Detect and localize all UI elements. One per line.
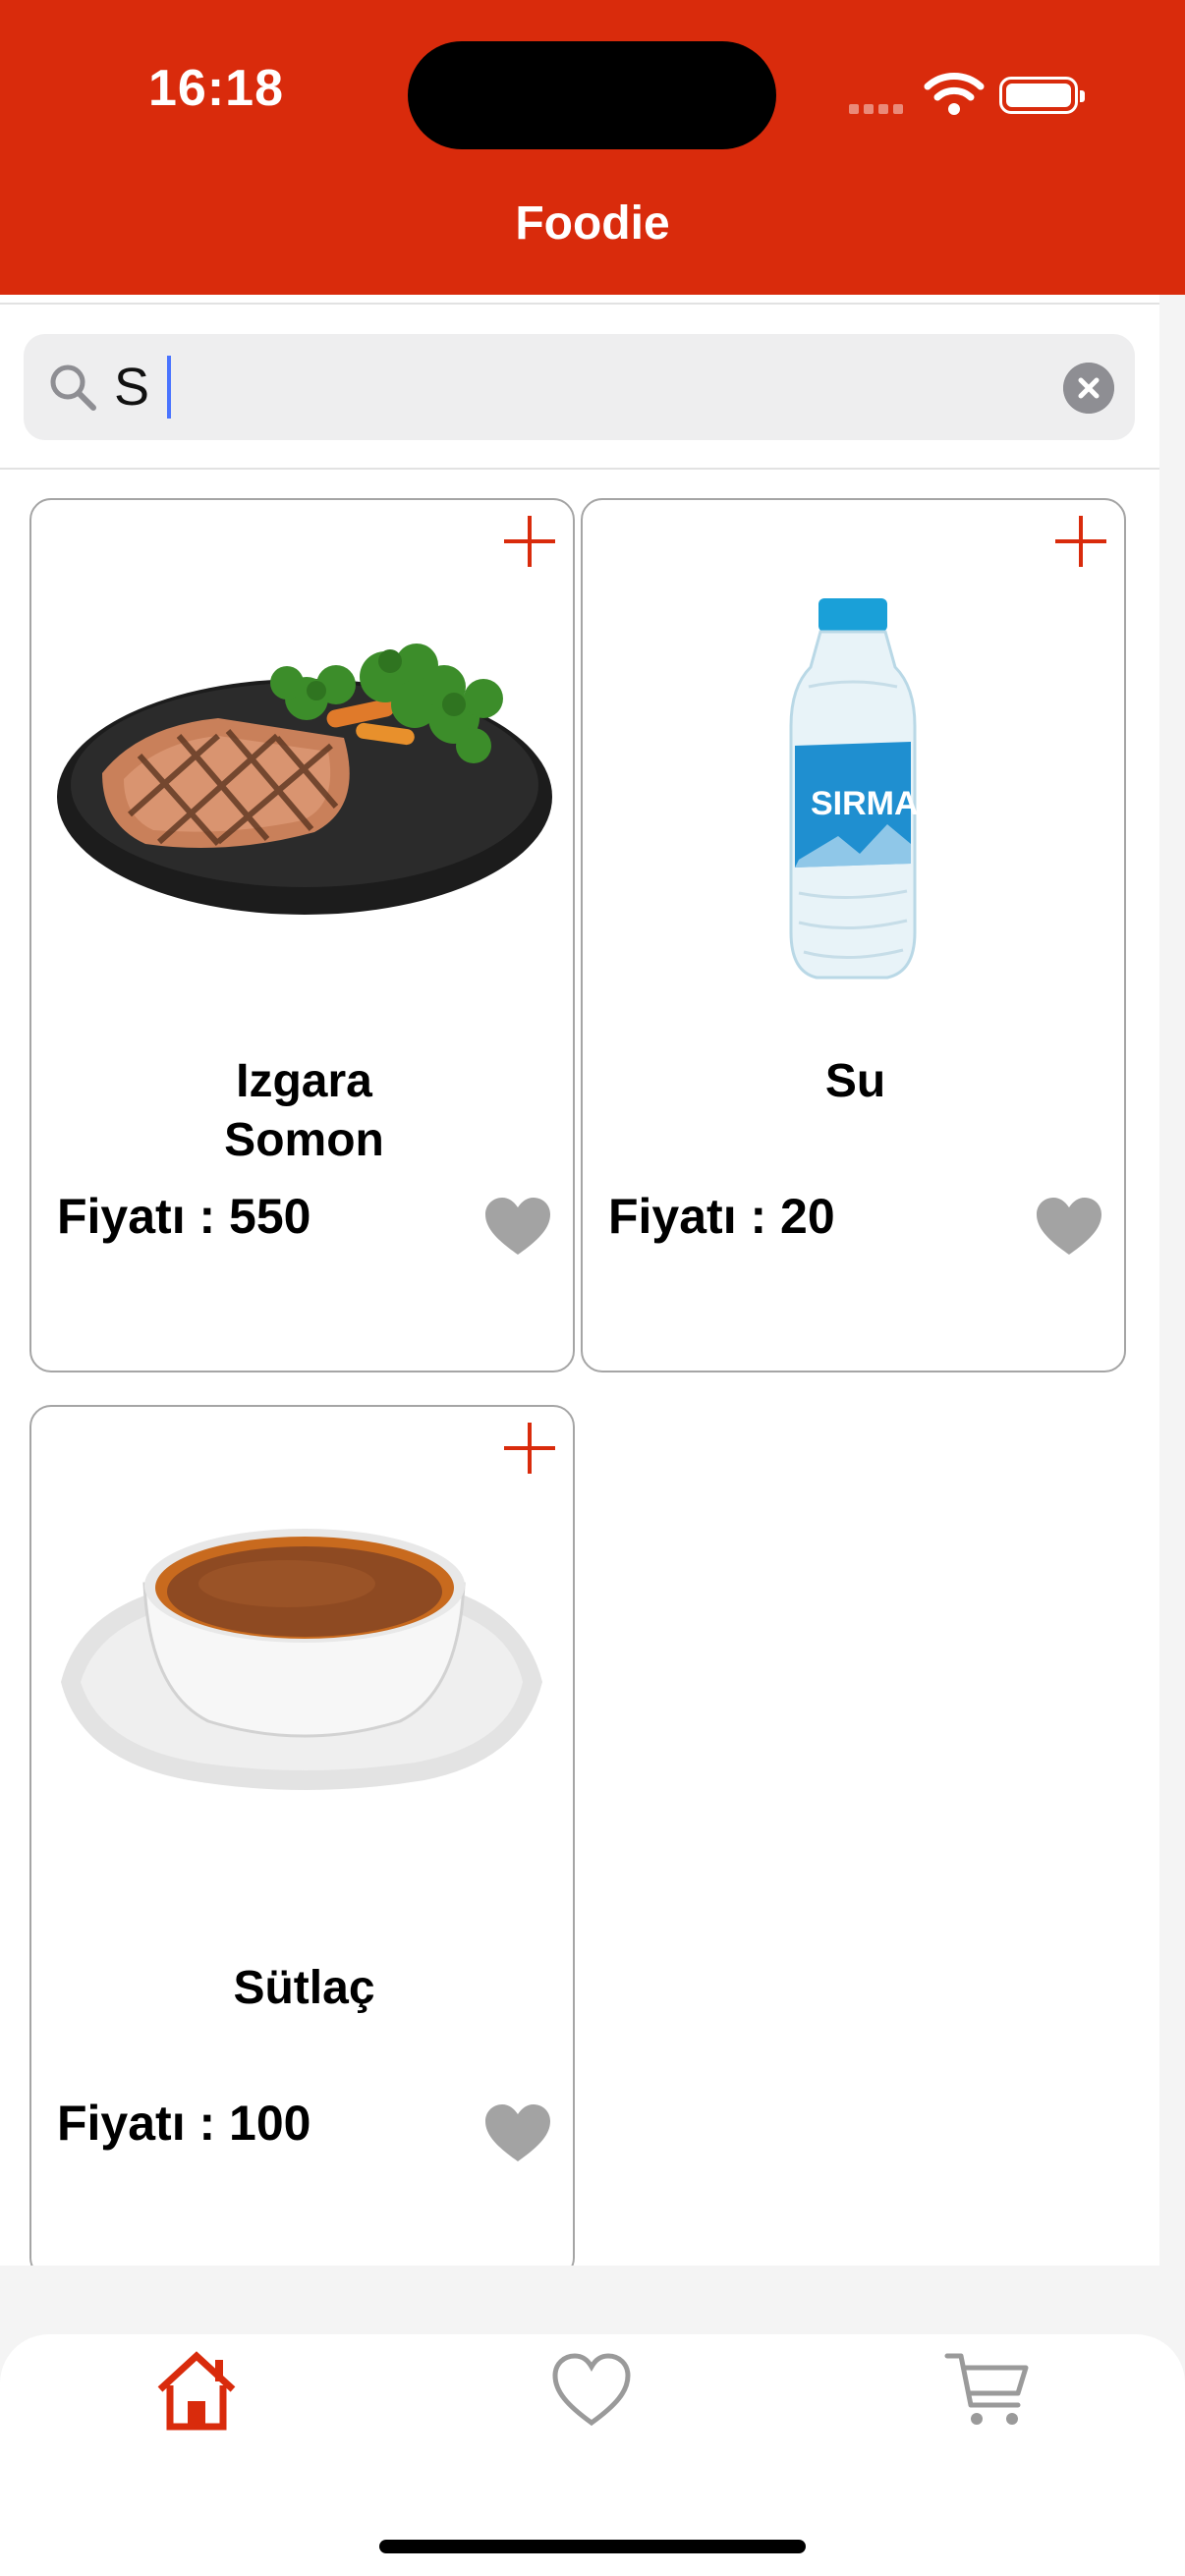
- product-name: Su: [824, 1055, 886, 1107]
- add-to-cart-button[interactable]: [1053, 514, 1108, 569]
- search-bar[interactable]: [24, 334, 1135, 440]
- add-to-cart-button[interactable]: [502, 514, 557, 569]
- product-price: Fiyatı : 550: [57, 1189, 311, 1244]
- favorite-heart-icon[interactable]: [1035, 1196, 1103, 1259]
- wifi-icon: [924, 73, 985, 115]
- tabbar-backdrop: [0, 2266, 1185, 2334]
- text-cursor: [167, 356, 171, 419]
- app-header: 16:18 Foodie: [0, 0, 1185, 295]
- home-icon[interactable]: [152, 2346, 241, 2435]
- water-bottle-image: SIRMA: [789, 598, 919, 980]
- app-title: Foodie: [515, 197, 670, 250]
- favorite-heart-icon[interactable]: [483, 1196, 552, 1259]
- product-price: Fiyatı : 100: [57, 2096, 311, 2151]
- cart-icon[interactable]: [943, 2346, 1032, 2435]
- dynamic-island: [408, 41, 776, 149]
- status-time: 16:18: [148, 60, 284, 117]
- search-input[interactable]: [114, 348, 998, 426]
- search-icon: [50, 364, 96, 411]
- product-price: Fiyatı : 20: [608, 1189, 835, 1244]
- svg-text:SIRMA: SIRMA: [811, 785, 919, 822]
- clear-search-button[interactable]: [1063, 363, 1114, 414]
- product-name: Sütlaç: [233, 1962, 375, 2014]
- heart-icon[interactable]: [547, 2346, 636, 2435]
- product-card[interactable]: SIRMA Su Fiyatı : 20: [581, 498, 1126, 1372]
- grilled-salmon-image: [57, 644, 552, 915]
- divider: [0, 468, 1159, 470]
- add-to-cart-button[interactable]: [502, 1421, 557, 1476]
- rice-pudding-image: [61, 1529, 542, 1790]
- divider: [0, 303, 1159, 305]
- home-indicator: [379, 2540, 806, 2553]
- product-name: Izgara Somon: [224, 1055, 384, 1166]
- product-card[interactable]: Izgara Somon Fiyatı : 550: [29, 498, 575, 1372]
- signal-icon: [849, 101, 908, 119]
- main-content[interactable]: Izgara Somon Fiyatı : 550 SIRMA Su Fiyat…: [0, 295, 1159, 2266]
- favorite-heart-icon[interactable]: [483, 2102, 552, 2165]
- product-card[interactable]: Sütlaç Fiyatı : 100: [29, 1405, 575, 2266]
- battery-icon: [999, 77, 1085, 114]
